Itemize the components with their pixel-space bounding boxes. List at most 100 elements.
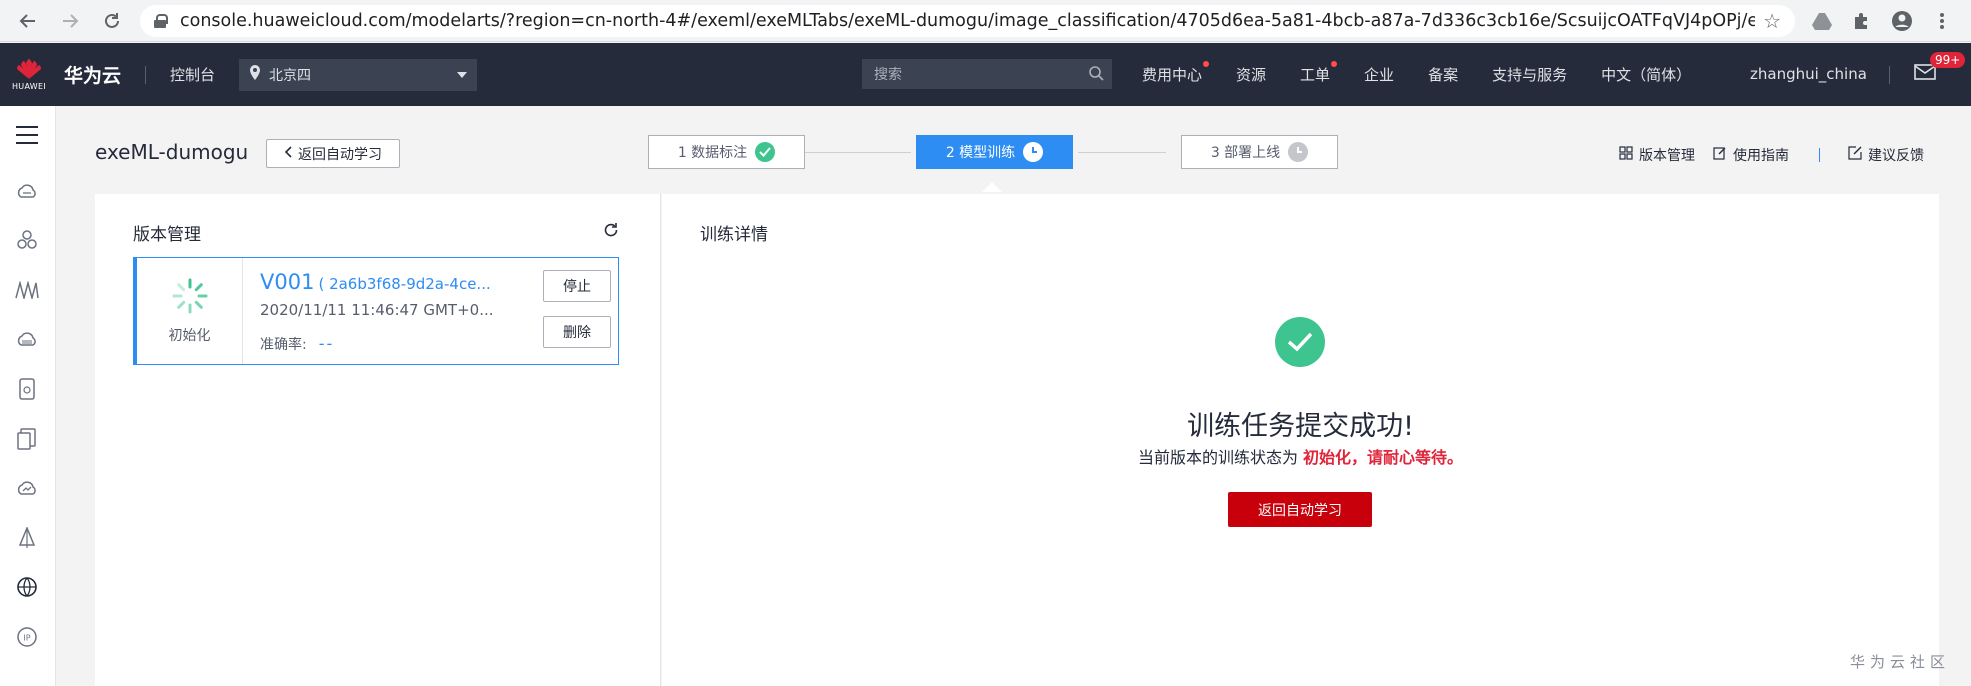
success-title: 训练任务提交成功! xyxy=(1187,411,1414,442)
step-label: 2 模型训练 xyxy=(945,145,1016,161)
accuracy-label: 准确率: xyxy=(260,337,307,353)
step-connector xyxy=(1078,152,1166,153)
header-divider xyxy=(145,65,147,84)
console-header: HUAWEI 华为云 控制台 北京四 搜索 费用中心 资源 工单 企业 备案 支… xyxy=(0,43,1971,106)
version-management-label: 版本管理 xyxy=(1639,148,1695,164)
disk-icon[interactable] xyxy=(12,374,42,404)
chevron-left-icon xyxy=(284,145,292,162)
back-arrow-icon[interactable] xyxy=(12,5,44,37)
drive-extension-icon[interactable] xyxy=(1811,10,1833,32)
menu-hamburger-icon[interactable] xyxy=(12,120,42,150)
user-guide-link[interactable]: 使用指南 xyxy=(1713,145,1789,165)
back-to-automl-label: 返回自动学习 xyxy=(298,146,382,163)
forward-arrow-icon[interactable] xyxy=(54,5,86,37)
language-selector[interactable]: 中文（简体） xyxy=(1601,64,1691,85)
search-placeholder: 搜索 xyxy=(874,67,902,83)
username[interactable]: zhanghui_china xyxy=(1750,65,1867,83)
version-name[interactable]: V001( 2a6b3f68-9d2a-4ce... xyxy=(260,270,491,294)
huawei-flower-icon xyxy=(17,59,41,79)
ip-address-icon[interactable]: IP xyxy=(12,622,42,652)
step-label: 3 部署上线 xyxy=(1210,145,1281,161)
tickets-link[interactable]: 工单 xyxy=(1300,61,1338,85)
header-divider xyxy=(1889,66,1890,84)
version-status-text: 初始化 xyxy=(168,328,211,344)
version-name-text: V001 xyxy=(260,270,315,294)
search-icon[interactable] xyxy=(1088,65,1104,85)
brand-name[interactable]: 华为云 xyxy=(64,61,121,88)
edit-doc-icon xyxy=(1713,146,1727,164)
loading-spinner-icon xyxy=(171,277,209,315)
cluster-icon[interactable] xyxy=(12,225,42,255)
step-data-labeling[interactable]: 1 数据标注 xyxy=(648,135,805,169)
training-details-title: 训练详情 xyxy=(700,225,768,245)
globe-icon[interactable] xyxy=(12,572,42,602)
chevron-down-icon xyxy=(457,71,468,78)
header-links: 费用中心 资源 工单 企业 备案 支持与服务 中文（简体） xyxy=(1142,43,1725,106)
logo-text: HUAWEI xyxy=(11,82,47,91)
region-label: 北京四 xyxy=(269,67,312,84)
huawei-logo[interactable]: HUAWEI xyxy=(0,43,58,106)
version-id: ( 2a6b3f68-9d2a-4ce... xyxy=(318,275,491,293)
svg-text:IP: IP xyxy=(23,634,30,643)
lock-icon xyxy=(154,13,168,28)
page-actions: 版本管理 使用指南 建议反馈 xyxy=(1619,145,1924,165)
feedback-link[interactable]: 建议反馈 xyxy=(1848,145,1924,165)
step-label: 1 数据标注 xyxy=(677,145,748,161)
browser-menu-icon[interactable] xyxy=(1931,10,1953,32)
version-card[interactable]: 初始化 V001( 2a6b3f68-9d2a-4ce... 2020/11/1… xyxy=(133,257,619,365)
grid-icon xyxy=(1619,146,1633,164)
cloud-server-icon[interactable] xyxy=(12,176,42,206)
billing-center-label: 费用中心 xyxy=(1142,66,1203,84)
database-icon[interactable] xyxy=(12,424,42,454)
mail-badge: 99+ xyxy=(1930,52,1966,68)
console-link[interactable]: 控制台 xyxy=(170,64,215,85)
active-step-pointer xyxy=(982,182,1002,192)
icp-filing-link[interactable]: 备案 xyxy=(1428,64,1458,85)
bookmark-star-icon[interactable]: ☆ xyxy=(1763,9,1781,33)
region-selector[interactable]: 北京四 xyxy=(239,58,478,91)
support-link[interactable]: 支持与服务 xyxy=(1492,64,1567,85)
browser-toolbar: console.huaweicloud.com/modelarts/?regio… xyxy=(0,0,1971,42)
profile-icon[interactable] xyxy=(1891,10,1913,32)
links-separator xyxy=(1819,148,1820,162)
step-model-training[interactable]: 2 模型训练 xyxy=(916,135,1073,169)
training-details-panel: 训练详情 训练任务提交成功! 当前版本的训练状态为 初始化，请耐心等待。 返回自… xyxy=(662,194,1939,686)
address-bar[interactable]: console.huaweicloud.com/modelarts/?regio… xyxy=(140,4,1795,37)
return-to-automl-button[interactable]: 返回自动学习 xyxy=(1228,492,1372,527)
feedback-label: 建议反馈 xyxy=(1868,148,1924,164)
extensions-puzzle-icon[interactable] xyxy=(1851,10,1873,32)
success-message-status: 初始化，请耐心等待。 xyxy=(1303,448,1464,467)
notification-dot xyxy=(1203,61,1210,67)
waveform-icon[interactable] xyxy=(12,275,42,305)
success-check-icon xyxy=(1275,317,1325,367)
page-title: exeML-dumogu xyxy=(95,140,249,164)
cloud-monitor-icon[interactable] xyxy=(12,473,42,503)
version-panel-title: 版本管理 xyxy=(133,225,201,245)
accuracy-value: -- xyxy=(318,334,335,353)
version-accuracy: 准确率: -- xyxy=(260,334,334,354)
url-text: console.huaweicloud.com/modelarts/?regio… xyxy=(180,10,1756,31)
cloud-storage-icon[interactable] xyxy=(12,324,42,354)
billing-center-link[interactable]: 费用中心 xyxy=(1142,61,1210,85)
user-guide-label: 使用指南 xyxy=(1733,148,1789,164)
clock-icon xyxy=(1023,142,1044,162)
network-icon[interactable] xyxy=(12,523,42,553)
refresh-icon[interactable] xyxy=(603,222,619,238)
check-circle-icon xyxy=(755,142,776,162)
search-input[interactable]: 搜索 xyxy=(862,59,1112,89)
step-deployment[interactable]: 3 部署上线 xyxy=(1181,135,1338,169)
version-panel: 版本管理 初始化 V001 (2a6b3f68-9d2a-4ce... 202… xyxy=(95,194,661,686)
resources-link[interactable]: 资源 xyxy=(1236,64,1266,85)
back-to-automl-button[interactable]: 返回自动学习 xyxy=(266,139,400,168)
feedback-icon xyxy=(1848,146,1862,164)
service-sidebar: IP xyxy=(0,106,56,686)
reload-icon[interactable] xyxy=(96,5,128,37)
tickets-label: 工单 xyxy=(1300,66,1331,84)
version-management-link[interactable]: 版本管理 xyxy=(1619,145,1695,165)
community-watermark: 华为云社区 xyxy=(1850,653,1951,671)
success-message-prefix: 当前版本的训练状态为 xyxy=(1137,448,1298,467)
clock-icon xyxy=(1288,142,1309,162)
stop-button[interactable]: 停止 xyxy=(543,270,611,302)
delete-button[interactable]: 删除 xyxy=(543,316,611,348)
enterprise-link[interactable]: 企业 xyxy=(1364,64,1394,85)
